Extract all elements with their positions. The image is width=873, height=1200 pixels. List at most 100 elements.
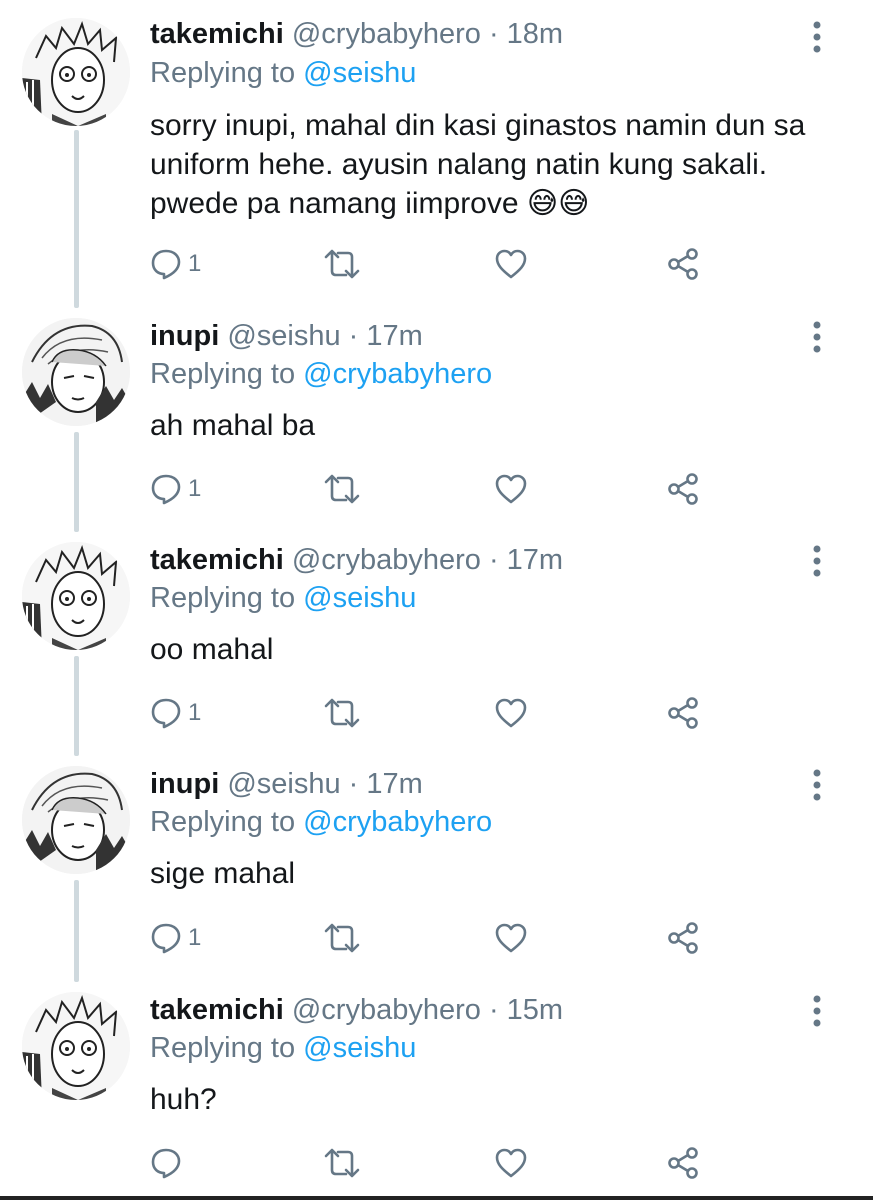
reply-icon	[151, 698, 181, 729]
tweet-actions: 1	[150, 469, 710, 509]
timestamp[interactable]: · 15m	[489, 994, 563, 1026]
user-handle[interactable]: @seishu	[227, 768, 340, 800]
share-button[interactable]	[666, 244, 700, 284]
avatar[interactable]	[22, 992, 130, 1100]
reply-button[interactable]: 1	[150, 693, 201, 733]
replying-to: Replying to @seishu	[150, 55, 416, 91]
user-handle[interactable]: @crybabyhero	[292, 544, 481, 576]
reply-button[interactable]	[150, 1143, 188, 1183]
display-name[interactable]: inupi	[150, 320, 219, 352]
share-icon	[668, 922, 698, 954]
heart-icon	[495, 1148, 527, 1178]
timestamp[interactable]: · 17m	[489, 544, 563, 576]
replying-to-label: Replying to	[150, 806, 296, 838]
reply-button[interactable]: 1	[150, 469, 201, 509]
user-handle[interactable]: @crybabyhero	[292, 994, 481, 1026]
more-vertical-icon[interactable]	[806, 20, 828, 54]
replying-to: Replying to @crybabyhero	[150, 356, 492, 392]
mention-link[interactable]: @seishu	[303, 1032, 416, 1064]
mention-link[interactable]: @seishu	[303, 582, 416, 614]
retweet-button[interactable]	[322, 244, 362, 284]
tweet-header: takemichi @crybabyhero · 15m	[150, 992, 563, 1028]
reply-icon	[151, 474, 181, 505]
reply-thread: takemichi @crybabyhero · 18m Replying to…	[0, 0, 873, 1200]
reply-button[interactable]: 1	[150, 244, 201, 284]
reply-button[interactable]: 1	[150, 918, 201, 958]
heart-icon	[495, 249, 527, 279]
share-button[interactable]	[666, 469, 700, 509]
reply-count: 1	[188, 475, 202, 502]
share-button[interactable]	[666, 693, 700, 733]
display-name[interactable]: takemichi	[150, 544, 284, 576]
retweet-icon	[324, 474, 360, 504]
tweet-header: inupi @seishu · 17m	[150, 766, 423, 802]
retweet-button[interactable]	[322, 469, 362, 509]
like-button[interactable]	[494, 918, 528, 958]
user-handle[interactable]: @seishu	[227, 320, 340, 352]
reply-count: 1	[188, 250, 202, 277]
like-button[interactable]	[494, 469, 528, 509]
retweet-button[interactable]	[322, 693, 362, 733]
display-name[interactable]: takemichi	[150, 18, 284, 50]
retweet-button[interactable]	[322, 918, 362, 958]
replying-to: Replying to @crybabyhero	[150, 804, 492, 840]
like-button[interactable]	[494, 693, 528, 733]
retweet-icon	[324, 698, 360, 728]
takemichi-avatar-art	[22, 992, 130, 1100]
replying-to: Replying to @seishu	[150, 580, 416, 616]
takemichi-avatar-art	[22, 542, 130, 650]
display-name[interactable]: inupi	[150, 768, 219, 800]
reply-count: 1	[188, 924, 202, 951]
timestamp[interactable]: · 18m	[489, 18, 563, 50]
avatar[interactable]	[22, 318, 130, 426]
replying-to-label: Replying to	[150, 582, 296, 614]
tweet-text: sorry inupi, mahal din kasi ginastos nam…	[150, 109, 806, 220]
share-button[interactable]	[666, 918, 700, 958]
avatar[interactable]	[22, 18, 130, 126]
share-button[interactable]	[666, 1143, 700, 1183]
share-icon	[668, 1147, 698, 1179]
screen-bottom-border	[0, 1196, 873, 1200]
share-icon	[668, 473, 698, 505]
avatar[interactable]	[22, 766, 130, 874]
tweet-text: sige mahal	[150, 857, 296, 890]
more-vertical-icon[interactable]	[806, 768, 828, 802]
timestamp[interactable]: · 17m	[349, 320, 423, 352]
retweet-button[interactable]	[322, 1143, 362, 1183]
retweet-icon	[324, 923, 360, 953]
tweet[interactable]: inupi @seishu · 17m Replying to @crybaby…	[0, 756, 873, 982]
tweet-text: huh?	[150, 1083, 217, 1116]
tweet-text: oo mahal	[150, 633, 274, 666]
display-name[interactable]: takemichi	[150, 994, 284, 1026]
replying-to-label: Replying to	[150, 57, 296, 89]
reply-icon	[151, 1148, 181, 1179]
replying-to-label: Replying to	[150, 358, 296, 390]
inupi-avatar-art	[22, 766, 130, 874]
retweet-icon	[324, 1148, 360, 1178]
tweet-actions	[150, 1143, 710, 1183]
retweet-icon	[324, 249, 360, 279]
reply-count: 1	[188, 699, 202, 726]
mention-link[interactable]: @crybabyhero	[303, 358, 492, 390]
tweet[interactable]: takemichi @crybabyhero · 17m Replying to…	[0, 532, 873, 756]
like-button[interactable]	[494, 244, 528, 284]
more-vertical-icon[interactable]	[806, 544, 828, 578]
mention-link[interactable]: @crybabyhero	[303, 806, 492, 838]
tweet[interactable]: inupi @seishu · 17m Replying to @crybaby…	[0, 308, 873, 532]
like-button[interactable]	[494, 1143, 528, 1183]
tweet-header: takemichi @crybabyhero · 17m	[150, 542, 563, 578]
share-icon	[668, 697, 698, 729]
heart-icon	[495, 474, 527, 504]
tweet[interactable]: takemichi @crybabyhero · 18m Replying to…	[0, 0, 873, 308]
mention-link[interactable]: @seishu	[303, 57, 416, 89]
more-vertical-icon[interactable]	[806, 994, 828, 1028]
user-handle[interactable]: @crybabyhero	[292, 18, 481, 50]
timestamp[interactable]: · 17m	[349, 768, 423, 800]
reply-icon	[151, 249, 181, 280]
share-icon	[668, 248, 698, 280]
avatar[interactable]	[22, 542, 130, 650]
heart-icon	[495, 698, 527, 728]
inupi-avatar-art	[22, 318, 130, 426]
tweet[interactable]: takemichi @crybabyhero · 15m Replying to…	[0, 982, 873, 1196]
more-vertical-icon[interactable]	[806, 320, 828, 354]
